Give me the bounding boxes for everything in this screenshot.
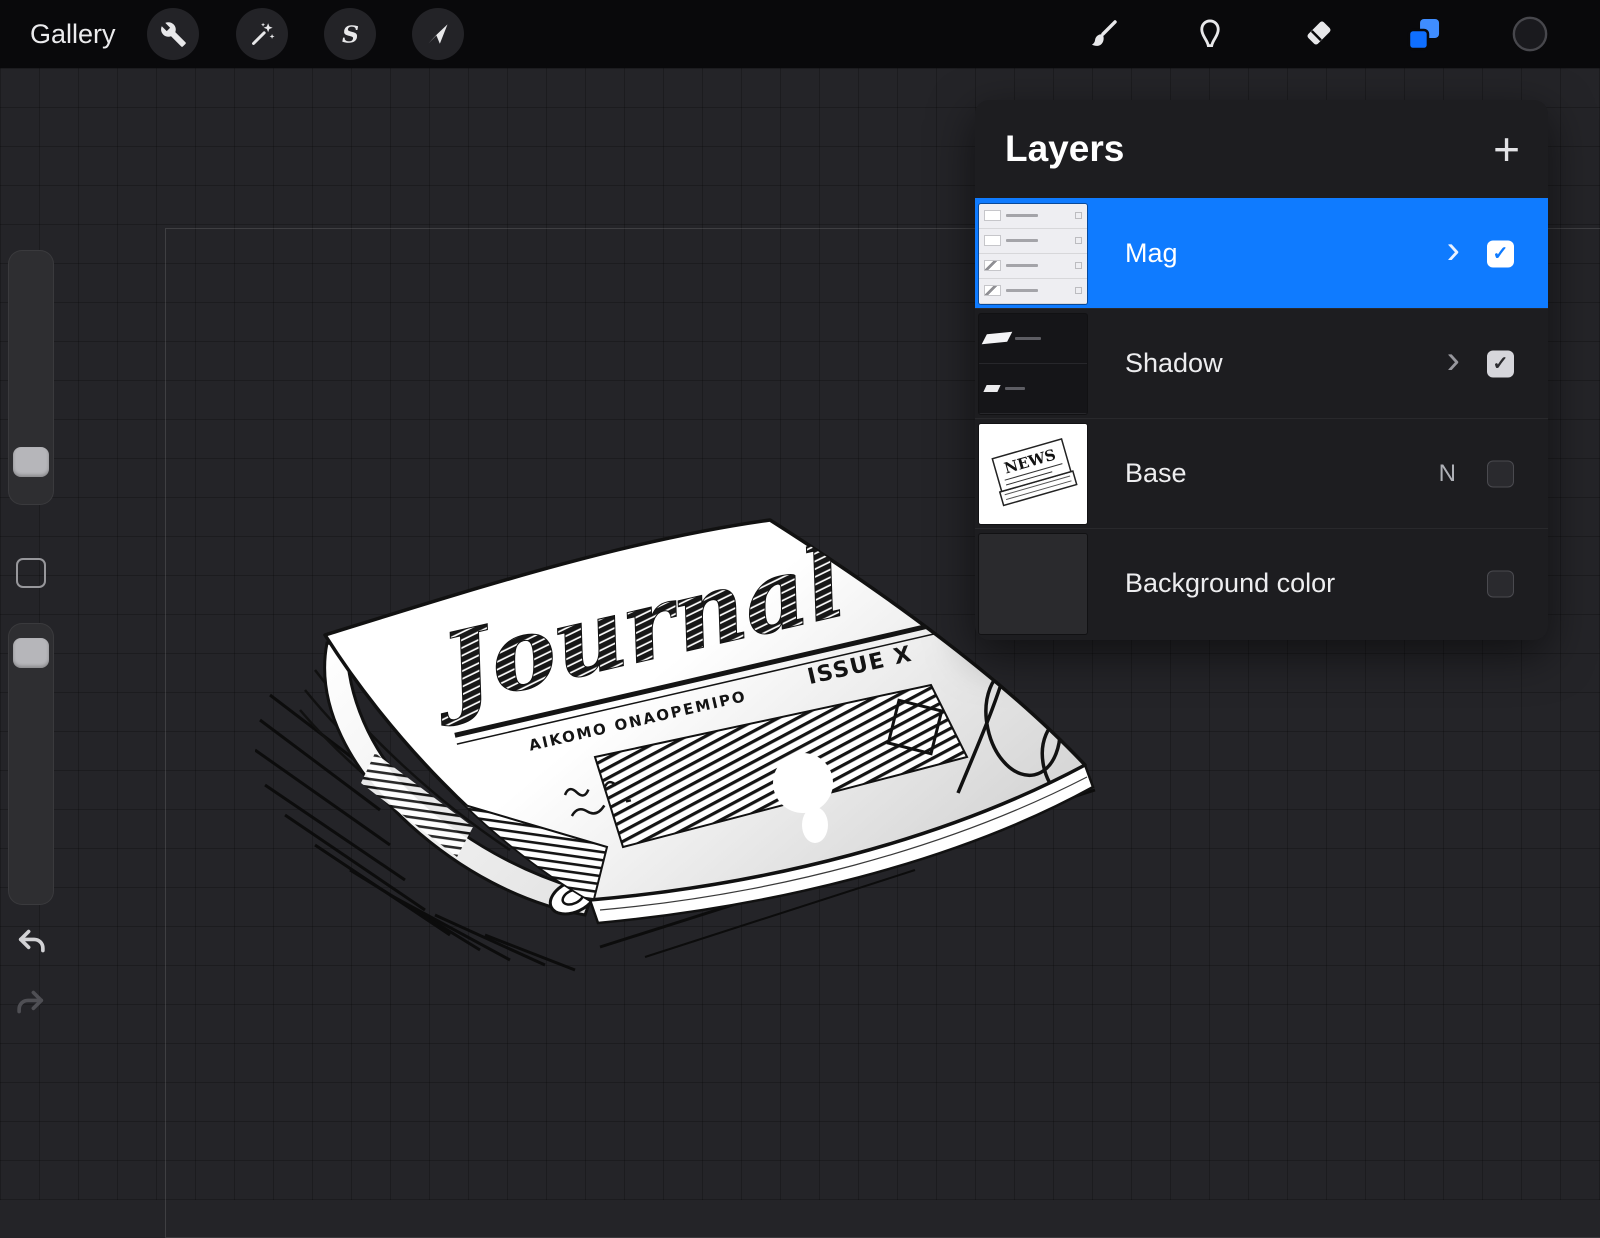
- adjustments-button[interactable]: [236, 8, 288, 60]
- layer-thumbnail-shadow[interactable]: [979, 314, 1087, 414]
- redo-button[interactable]: [12, 983, 50, 1021]
- layers-panel-title: Layers: [1005, 128, 1124, 170]
- layer-row-mag[interactable]: Mag › ✓: [975, 198, 1548, 308]
- blend-mode-badge[interactable]: N: [1439, 460, 1456, 488]
- add-layer-button[interactable]: +: [1493, 129, 1520, 169]
- brush-tool-button[interactable]: [1083, 14, 1123, 54]
- check-icon: ✓: [1493, 242, 1509, 265]
- layer-visibility-checkbox[interactable]: [1487, 460, 1514, 487]
- layer-name: Base: [1125, 458, 1187, 489]
- layers-panel-header: Layers +: [975, 100, 1548, 198]
- undo-icon: [12, 922, 50, 960]
- eraser-icon: [1301, 17, 1335, 51]
- gallery-button[interactable]: Gallery: [30, 19, 116, 50]
- top-toolbar: Gallery S: [0, 0, 1600, 68]
- layer-row-background-color[interactable]: Background color: [975, 528, 1548, 638]
- color-swatch-button[interactable]: [1510, 14, 1550, 54]
- layer-visibility-checkbox[interactable]: [1487, 570, 1514, 597]
- layer-name: Background color: [1125, 568, 1335, 599]
- undo-button[interactable]: [12, 922, 50, 960]
- selection-s-icon: S: [337, 21, 364, 48]
- layer-thumbnail-base[interactable]: NEWS: [979, 424, 1087, 524]
- modify-button[interactable]: [16, 558, 46, 588]
- layers-panel: Layers + Mag › ✓ Shadow ›: [975, 100, 1548, 640]
- svg-text:S: S: [341, 21, 358, 48]
- layers-panel-button[interactable]: [1404, 14, 1444, 54]
- erase-tool-button[interactable]: [1298, 14, 1338, 54]
- layers-icon: [1405, 15, 1443, 53]
- chevron-right-icon[interactable]: ›: [1447, 337, 1460, 382]
- transform-button[interactable]: [412, 8, 464, 60]
- chevron-right-icon[interactable]: ›: [1447, 227, 1460, 272]
- canvas-area[interactable]: Journal AIKOMO ONAOPEMIPO ISSUE X: [0, 68, 1600, 1200]
- layer-visibility-checkbox[interactable]: ✓: [1487, 350, 1514, 377]
- layer-thumbnail-mag[interactable]: [979, 204, 1087, 304]
- layer-thumbnail-background[interactable]: [979, 534, 1087, 634]
- layer-row-shadow[interactable]: Shadow › ✓: [975, 308, 1548, 418]
- redo-icon: [12, 983, 50, 1021]
- layer-name: Shadow: [1125, 348, 1223, 379]
- check-icon: ✓: [1493, 352, 1509, 375]
- layer-visibility-checkbox[interactable]: ✓: [1487, 240, 1514, 267]
- brush-icon: [1086, 17, 1120, 51]
- color-circle-icon: [1511, 15, 1549, 53]
- smudge-icon: [1193, 17, 1227, 51]
- layer-row-base[interactable]: NEWS Base N: [975, 418, 1548, 528]
- smudge-tool-button[interactable]: [1190, 14, 1230, 54]
- brush-size-slider-handle[interactable]: [13, 447, 49, 477]
- wrench-icon: [160, 21, 187, 48]
- magic-wand-icon: [249, 21, 276, 48]
- opacity-slider-handle[interactable]: [13, 638, 49, 668]
- actions-button[interactable]: [147, 8, 199, 60]
- selection-button[interactable]: S: [324, 8, 376, 60]
- layer-name: Mag: [1125, 238, 1178, 269]
- transform-arrow-icon: [425, 21, 452, 48]
